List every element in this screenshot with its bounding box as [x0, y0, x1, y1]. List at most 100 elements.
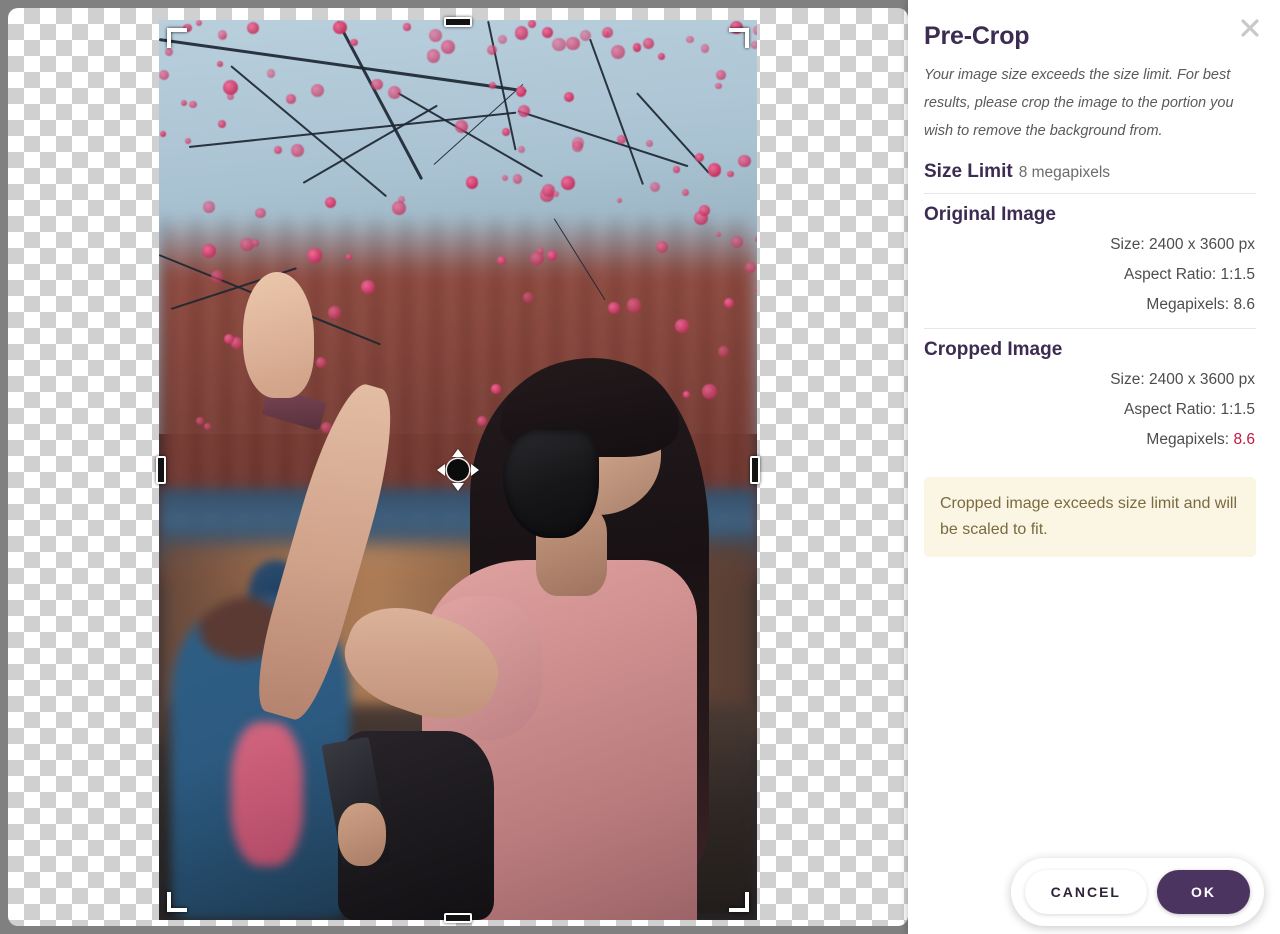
photo-blossom [203, 201, 215, 213]
info-panel: Pre-Crop Your image size exceeds the siz… [908, 0, 1280, 934]
photo-blossom [702, 384, 717, 399]
photo-blossom [349, 38, 358, 47]
photo-blossom [681, 188, 689, 196]
arrow-down-icon [452, 483, 464, 491]
photo-blossom [751, 41, 757, 49]
photo-blossom [489, 81, 497, 89]
photo-blossom [391, 200, 406, 215]
photo-blossom [657, 52, 665, 60]
photo-blossom [512, 174, 523, 184]
photo-blossom [730, 236, 743, 248]
photo-blossom [723, 298, 734, 309]
cropped-row-megapixels: Megapixels: 8.6 [924, 425, 1256, 455]
photo-blossom [345, 253, 352, 260]
photo-blossom [465, 175, 479, 189]
panel-description: Your image size exceeds the size limit. … [924, 67, 1234, 139]
photo-blossom [694, 152, 704, 163]
cropped-size-label: Size: [1110, 371, 1145, 388]
photo-blossom [529, 251, 544, 266]
photo-blossom [222, 80, 238, 96]
photo-blossom [217, 61, 223, 68]
photo-blossom [754, 285, 757, 291]
photo-blossom [552, 37, 566, 52]
arrow-up-icon [452, 449, 464, 457]
photo-blossom [682, 390, 690, 398]
cropped-megapixels-label: Megapixels: [1146, 431, 1230, 448]
photo-blossom [627, 298, 642, 313]
photo-blossom [738, 154, 751, 168]
original-aspect-label: Aspect Ratio: [1124, 266, 1217, 283]
original-row-size: Size: 2400 x 3600 px [924, 230, 1256, 260]
photo-blossom [617, 135, 626, 144]
cancel-button[interactable]: CANCEL [1024, 870, 1147, 914]
photo-blossom [542, 26, 554, 38]
photo-blossom [752, 25, 757, 35]
cropped-aspect-label: Aspect Ratio: [1124, 401, 1217, 418]
photo-blossom [325, 197, 336, 208]
photo-blossom [700, 44, 710, 53]
original-image-block: Original Image Size: 2400 x 3600 px Aspe… [924, 194, 1256, 328]
photo-blossom [195, 416, 204, 425]
photo-blossom [546, 249, 558, 261]
ok-button[interactable]: OK [1157, 870, 1250, 914]
photo-blossom [675, 319, 689, 333]
photo-blossom [403, 23, 411, 31]
photo-blossom [686, 35, 694, 43]
photo-blossom [429, 29, 442, 42]
photo-blossom [185, 137, 192, 144]
photo-backpack [230, 722, 303, 866]
cropped-row-aspect: Aspect Ratio: 1:1.5 [924, 395, 1256, 425]
photo-blossom [371, 78, 383, 90]
photo-blossom [656, 240, 669, 253]
photo-blossom [220, 34, 226, 40]
crop-canvas[interactable] [8, 8, 908, 926]
original-image-heading: Original Image [924, 204, 1056, 225]
photo-blossom [707, 162, 722, 177]
move-knob [447, 459, 469, 481]
photo-blossom [516, 86, 527, 97]
original-size-value: 2400 x 3600 px [1148, 236, 1255, 253]
original-row-megapixels: Megapixels: 8.6 [924, 290, 1256, 320]
photo-blossom [286, 94, 296, 105]
photo-blossom [528, 20, 536, 28]
cropped-megapixels-value: 8.6 [1233, 431, 1255, 448]
cropped-row-size: Size: 2400 x 3600 px [924, 365, 1256, 395]
photo-blossom [514, 25, 529, 40]
photo-blossom [159, 130, 166, 137]
photo-blossom [673, 166, 680, 173]
photo-blossom [328, 306, 341, 319]
original-megapixels-label: Megapixels: [1146, 296, 1230, 313]
arrow-left-icon [437, 464, 445, 476]
photo-blossom [649, 181, 660, 192]
crop-move-handle[interactable] [436, 448, 480, 492]
photo-blossom [183, 23, 192, 33]
photo-woman-lower-hand [338, 803, 387, 866]
page-title: Pre-Crop [924, 22, 1030, 50]
size-limit-block: Size Limit 8 megapixels [924, 161, 1256, 193]
photo-blossom [632, 42, 642, 52]
photo-blossom [560, 175, 575, 190]
photo-blossom [718, 346, 729, 357]
cropped-image-block: Cropped Image Size: 2400 x 3600 px Aspec… [924, 329, 1256, 465]
photo-blossom [360, 279, 375, 294]
photo-blossom [427, 49, 441, 63]
precrop-dialog: Pre-Crop Your image size exceeds the siz… [0, 0, 1280, 934]
cropped-size-value: 2400 x 3600 px [1148, 371, 1255, 388]
photo-blossom [266, 69, 276, 78]
close-icon[interactable] [1238, 16, 1262, 40]
photo-blossom [755, 235, 757, 243]
photo-blossom [566, 36, 580, 50]
photo-blossom [189, 101, 197, 109]
action-bar: CANCEL OK [1010, 858, 1264, 926]
original-row-aspect: Aspect Ratio: 1:1.5 [924, 260, 1256, 290]
photo-blossom [646, 139, 654, 147]
photo-blossom [254, 207, 266, 219]
size-limit-label: Size Limit [924, 161, 1013, 182]
photo-blossom [306, 247, 322, 263]
photo-blossom [522, 291, 534, 303]
cropped-aspect-value: 1:1.5 [1220, 401, 1255, 418]
photo-woman-face-mask [502, 429, 599, 538]
warning-message: Cropped image exceeds size limit and wil… [924, 477, 1256, 557]
cropped-image-heading: Cropped Image [924, 339, 1063, 360]
photo-blossom [571, 141, 583, 153]
